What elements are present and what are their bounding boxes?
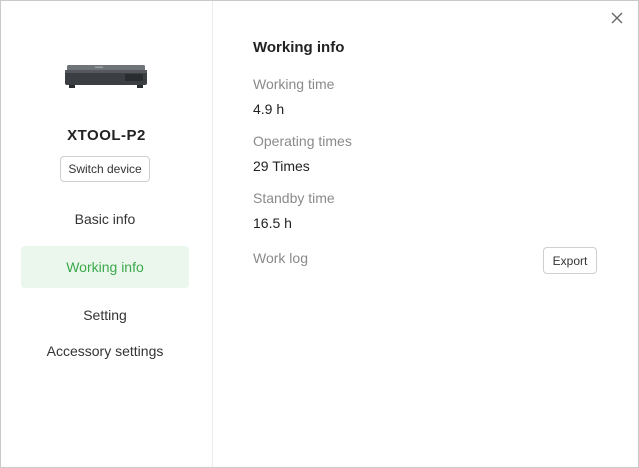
operating-times-label: Operating times — [253, 133, 352, 149]
nav-item-accessory-settings[interactable]: Accessory settings — [21, 330, 189, 372]
nav-item-working-info[interactable]: Working info — [21, 246, 189, 288]
sidebar: XTOOL-P2 Switch device Basic info Workin… — [1, 1, 213, 467]
working-time-value: 4.9 h — [253, 101, 285, 117]
main-panel: Working info Working time 4.9 h Operatin… — [213, 1, 638, 467]
close-icon[interactable] — [609, 10, 625, 26]
export-button[interactable]: Export — [543, 247, 597, 274]
operating-times-value: 29 Times — [253, 158, 310, 174]
nav-item-basic-info[interactable]: Basic info — [21, 198, 189, 240]
working-time-label: Working time — [253, 76, 335, 92]
device-name: XTOOL-P2 — [67, 127, 146, 144]
switch-device-button[interactable]: Switch device — [60, 156, 150, 182]
work-log-label: Work log — [253, 250, 308, 266]
standby-time-value: 16.5 h — [253, 215, 292, 231]
page-title: Working info — [253, 39, 345, 56]
device-info-dialog: XTOOL-P2 Switch device Basic info Workin… — [0, 0, 639, 468]
standby-time-label: Standby time — [253, 190, 335, 206]
device-image — [65, 65, 147, 88]
